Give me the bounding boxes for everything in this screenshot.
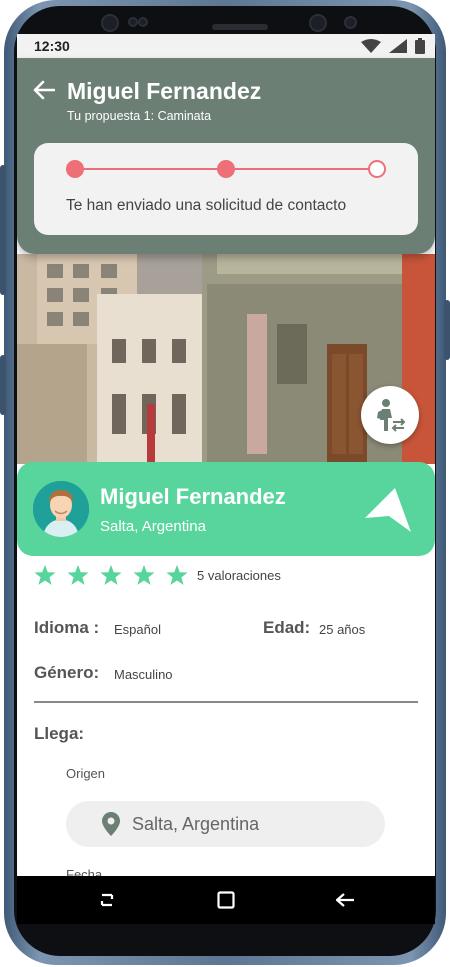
progress-step-1 [66, 160, 84, 178]
progress-status-text: Te han enviado una solicitud de contacto [66, 197, 347, 214]
genero-label: Género: [34, 663, 100, 682]
signal-icon [389, 39, 407, 53]
idioma-label: Idioma : [34, 618, 100, 637]
profile-location: Salta, Argentina [100, 518, 206, 535]
status-time: 12:30 [34, 38, 70, 54]
front-camera-2 [309, 14, 327, 32]
edad-value: 25 años [319, 622, 366, 637]
profile-card: Miguel Fernandez Salta, Argentina [17, 462, 435, 556]
star-icon [166, 564, 188, 585]
idioma-value: Español [114, 622, 161, 637]
star-icon [34, 564, 56, 585]
front-camera [101, 14, 119, 32]
rating-stars [34, 564, 188, 586]
origen-label: Origen [66, 766, 106, 781]
wifi-icon [361, 39, 381, 53]
star-icon [67, 564, 89, 585]
progress-step-3 [368, 160, 386, 178]
android-nav-bar [17, 876, 435, 924]
llega-label: Llega: [34, 724, 85, 743]
speaker-grille [212, 24, 268, 30]
section-divider [34, 701, 418, 703]
avatar [33, 481, 89, 537]
recent-apps-icon[interactable] [94, 888, 120, 912]
edad-label: Edad: [263, 618, 311, 637]
profile-name: Miguel Fernandez [100, 484, 286, 509]
home-square-icon[interactable] [213, 888, 239, 912]
origen-value: Salta, Argentina [132, 814, 260, 834]
side-button [0, 355, 6, 415]
status-bar: 12:30 [17, 34, 435, 58]
walk-request-button[interactable] [361, 386, 419, 444]
progress-step-2 [217, 160, 235, 178]
sensor [128, 17, 138, 27]
arrow-left-icon[interactable] [33, 80, 55, 100]
fecha-label: Fecha [66, 867, 103, 876]
genero-value: Masculino [114, 667, 173, 682]
star-icon [133, 564, 155, 585]
back-arrow-icon[interactable] [332, 888, 358, 912]
star-icon [100, 564, 122, 585]
location-pin-icon [102, 812, 120, 836]
sensor [138, 17, 148, 27]
volume-button [0, 165, 6, 295]
page-title: Miguel Fernandez [67, 78, 262, 104]
progress-card: Te han enviado una solicitud de contacto [34, 143, 418, 235]
navigation-arrow-icon[interactable] [363, 484, 413, 534]
battery-icon [415, 38, 425, 54]
app-screen: 12:30 Miguel Fernandez Tu propuesta 1: C… [17, 34, 435, 876]
page-subtitle: Tu propuesta 1: Caminata [67, 109, 212, 123]
walking-person-icon [377, 399, 406, 432]
ratings-count: 5 valoraciones [197, 568, 281, 583]
origen-field[interactable]: Salta, Argentina [66, 801, 385, 847]
power-button [444, 300, 450, 360]
status-icons [361, 38, 425, 54]
header: Miguel Fernandez Tu propuesta 1: Caminat… [17, 58, 435, 254]
sensor [344, 16, 357, 29]
